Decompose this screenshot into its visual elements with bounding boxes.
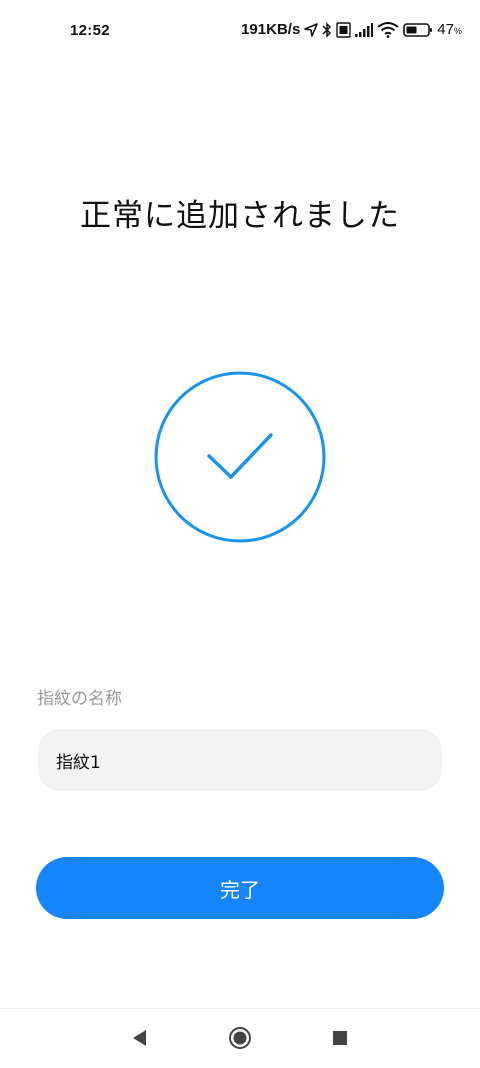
- bluetooth-icon: [322, 21, 332, 38]
- fingerprint-name-input[interactable]: [38, 729, 442, 791]
- status-bar: 12:52 191KB/s 47%: [0, 0, 480, 64]
- page-title: 正常に追加されました: [80, 198, 400, 234]
- signal-icon: [355, 22, 374, 37]
- home-icon[interactable]: [227, 1025, 253, 1051]
- recents-icon[interactable]: [327, 1025, 353, 1051]
- battery-percent: 47%: [437, 21, 462, 38]
- back-icon[interactable]: [127, 1025, 153, 1051]
- navigation-bar: [0, 1008, 480, 1068]
- location-icon: [304, 22, 319, 37]
- battery-icon: [403, 22, 433, 38]
- check-circle-icon: [154, 371, 326, 543]
- fingerprint-name-label: 指紋の名称: [37, 689, 122, 709]
- status-time: 12:52: [70, 22, 110, 39]
- status-icons: 191KB/s 47%: [241, 21, 462, 38]
- network-speed: 191KB/s: [241, 21, 301, 38]
- sim-icon: [336, 21, 351, 38]
- wifi-icon: [377, 21, 399, 38]
- done-button[interactable]: 完了: [36, 857, 444, 919]
